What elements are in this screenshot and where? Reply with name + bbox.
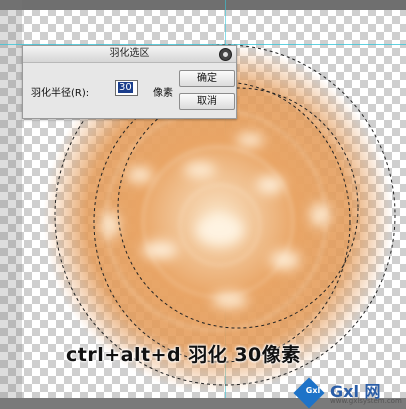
watermark-logo-text: Gxl	[305, 386, 321, 395]
ok-button[interactable]: 确定	[179, 70, 235, 87]
close-icon[interactable]	[219, 48, 232, 61]
tutorial-caption: ctrl+alt+d 羽化 30像素	[66, 344, 301, 366]
feather-radius-input[interactable]: 30	[115, 80, 138, 96]
feather-radius-value: 30	[118, 82, 133, 93]
feather-radius-label: 羽化半径(R):	[31, 88, 90, 99]
feather-selection-dialog: 羽化选区 羽化半径(R): 30 像素 确定 取消	[22, 45, 237, 119]
pixel-unit-label: 像素	[153, 88, 173, 99]
dialog-title: 羽化选区	[23, 46, 236, 63]
watermark-url: www.gxlsystem.com	[330, 397, 402, 405]
cancel-button[interactable]: 取消	[179, 93, 235, 110]
site-watermark: Gxl Gxl 网 www.gxlsystem.com	[293, 377, 404, 409]
